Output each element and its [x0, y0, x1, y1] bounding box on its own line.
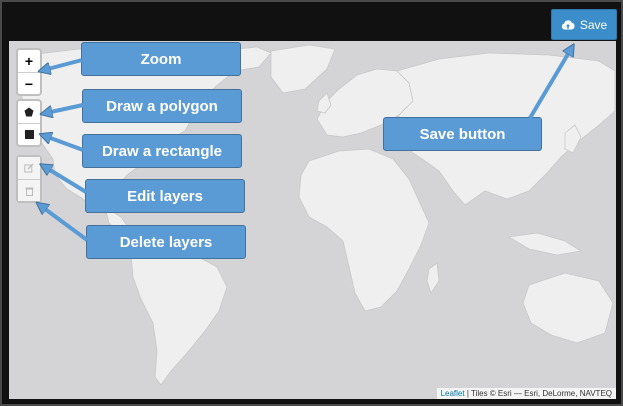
zoom-control: + − [16, 48, 42, 96]
top-bar [2, 2, 621, 40]
edit-toolbar [16, 155, 42, 203]
draw-polygon-button[interactable] [18, 101, 40, 123]
save-button-label: Save [579, 17, 608, 32]
attribution-text: | Tiles © Esri — Esri, DeLorme, NAVTEQ [464, 389, 612, 398]
cloud-upload-icon [561, 20, 575, 30]
callout-draw-rectangle: Draw a rectangle [82, 134, 242, 168]
draw-toolbar [16, 99, 42, 147]
leaflet-link[interactable]: Leaflet [441, 389, 465, 398]
callout-delete-layers: Delete layers [86, 225, 246, 259]
callout-edit-layers: Edit layers [85, 179, 245, 213]
callout-draw-polygon: Draw a polygon [82, 89, 242, 123]
save-button[interactable]: Save [551, 9, 617, 40]
map-attribution: Leaflet | Tiles © Esri — Esri, DeLorme, … [436, 388, 616, 399]
delete-layers-button[interactable] [18, 179, 40, 201]
zoom-in-button[interactable]: + [18, 50, 40, 72]
edit-layers-button[interactable] [18, 157, 40, 179]
edit-icon [24, 163, 34, 173]
trash-icon [25, 187, 33, 196]
square-icon [24, 130, 34, 139]
callout-zoom: Zoom [81, 42, 241, 76]
draw-rectangle-button[interactable] [18, 123, 40, 145]
callout-save-button: Save button [383, 117, 542, 151]
zoom-out-button[interactable]: − [18, 72, 40, 94]
pentagon-icon [24, 107, 34, 117]
